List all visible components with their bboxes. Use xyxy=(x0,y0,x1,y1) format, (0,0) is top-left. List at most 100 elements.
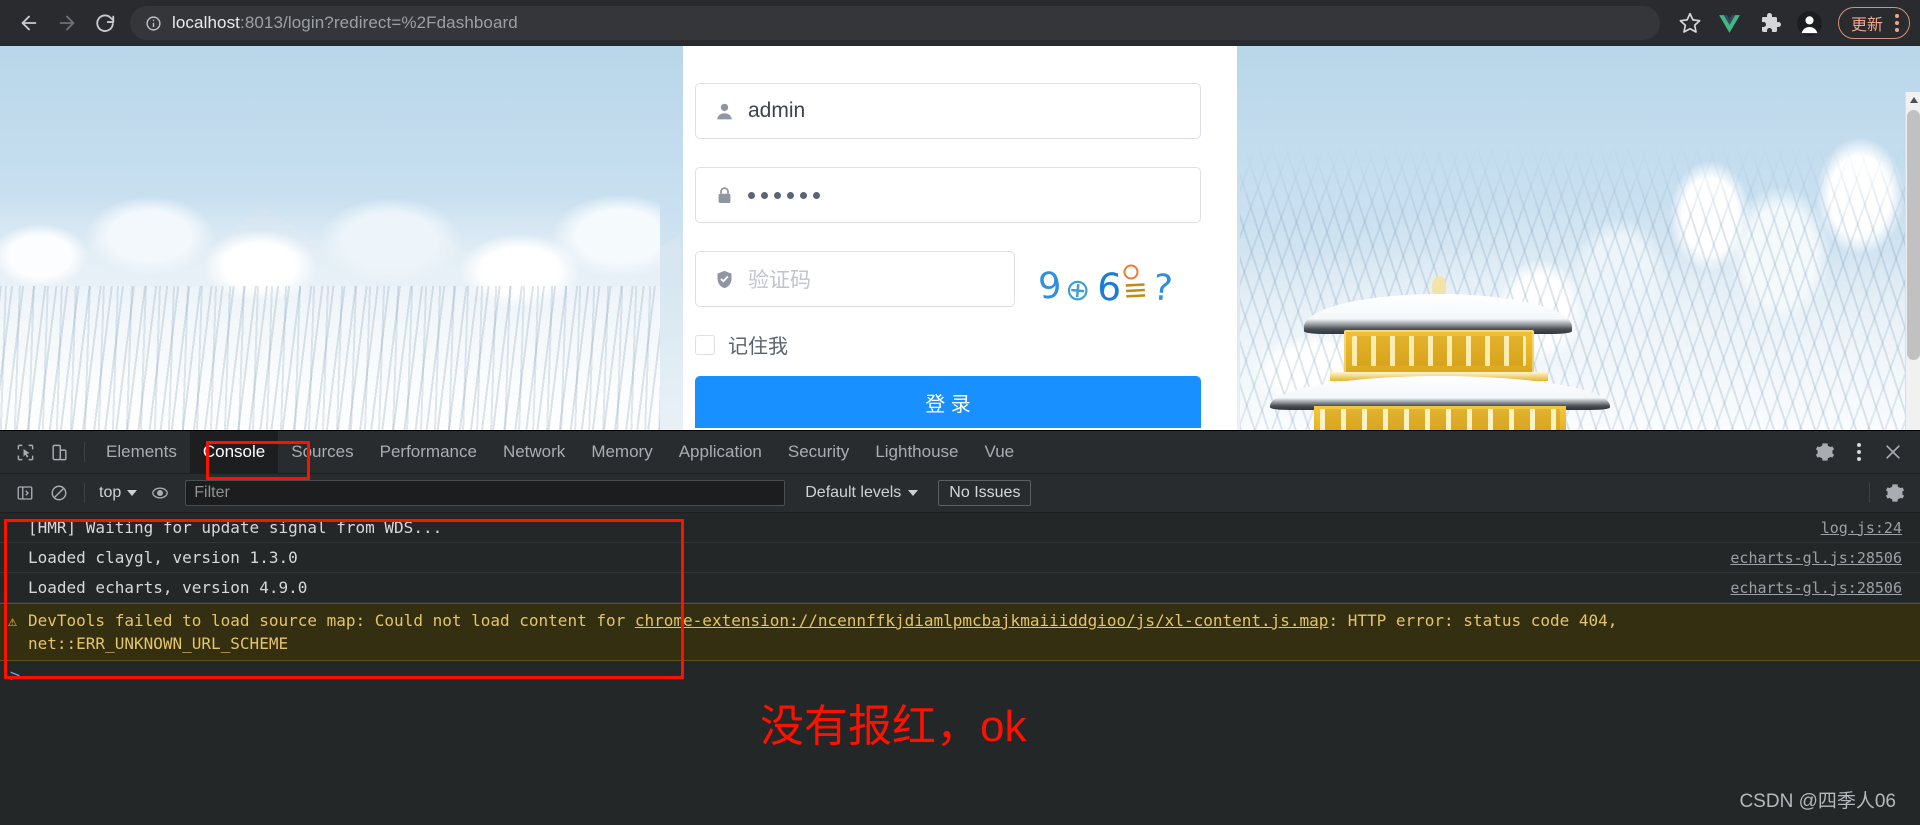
live-expression-eye-icon[interactable] xyxy=(143,476,177,510)
console-log-text: Loaded claygl, version 1.3.0 xyxy=(28,548,298,567)
filterbar-divider-1 xyxy=(84,483,85,503)
console-log-source-link[interactable]: echarts-gl.js:28506 xyxy=(1730,549,1902,567)
console-log-source-link[interactable]: log.js:24 xyxy=(1821,519,1902,537)
console-warning-link[interactable]: chrome-extension://ncennffkjdiamlpmcbajk… xyxy=(635,611,1329,630)
tab-security[interactable]: Security xyxy=(775,431,862,474)
warning-triangle-icon: ⚠ xyxy=(8,612,18,630)
filterbar-divider-2 xyxy=(1869,483,1870,503)
scrollbar-thumb[interactable] xyxy=(1907,110,1920,360)
chevron-down-icon-levels xyxy=(908,490,919,496)
svg-text:9: 9 xyxy=(1037,265,1064,308)
log-levels-select[interactable]: Default levels xyxy=(799,484,924,502)
more-options-icon[interactable] xyxy=(1842,435,1876,469)
pavilion-upper-roof xyxy=(1304,294,1572,334)
tab-lighthouse[interactable]: Lighthouse xyxy=(862,431,971,474)
browser-toolbar: localhost:8013/login?redirect=%2Fdashboa… xyxy=(0,0,1920,46)
clear-console-icon[interactable] xyxy=(42,476,76,510)
background-golden-pavilion xyxy=(1260,276,1620,430)
page-scrollbar[interactable] xyxy=(1905,92,1920,430)
pavilion-spire xyxy=(1432,276,1446,296)
tab-memory-label: Memory xyxy=(591,442,653,461)
console-warning-line2: net::ERR_UNKNOWN_URL_SCHEME xyxy=(28,634,289,654)
console-settings-gear-icon[interactable] xyxy=(1878,476,1912,510)
execution-context-select[interactable]: top xyxy=(93,484,143,502)
devtools-panel: Elements Console Sources Performance Net… xyxy=(0,430,1920,825)
tab-network[interactable]: Network xyxy=(490,431,578,474)
username-value: admin xyxy=(748,99,806,122)
remember-me-label: 记住我 xyxy=(728,336,788,358)
vue-devtools-icon[interactable] xyxy=(1712,5,1748,41)
console-warning-row[interactable]: ⚠ DevTools failed to load source map: Co… xyxy=(0,603,1920,662)
update-button[interactable]: 更新 xyxy=(1837,7,1910,39)
console-warning-suffix: : HTTP error: status code 404, xyxy=(1328,611,1618,630)
scroll-up-icon[interactable] xyxy=(1906,92,1920,108)
reload-icon[interactable] xyxy=(86,4,124,42)
tab-application[interactable]: Application xyxy=(666,431,775,474)
tabbar-divider xyxy=(84,442,85,462)
svg-text:⊕: ⊕ xyxy=(1064,272,1092,309)
address-bar[interactable]: localhost:8013/login?redirect=%2Fdashboa… xyxy=(130,6,1660,40)
issues-button-label: No Issues xyxy=(949,484,1021,501)
console-log-row[interactable]: Loaded echarts, version 4.9.0 echarts-gl… xyxy=(0,573,1920,603)
captcha-image[interactable]: 9 ⊕ 6 ≡ ? xyxy=(1035,258,1185,314)
forward-icon[interactable] xyxy=(48,4,86,42)
execution-context-value: top xyxy=(99,484,122,501)
tab-console[interactable]: Console xyxy=(189,430,279,474)
captcha-field[interactable]: 验证码 xyxy=(695,251,1015,307)
login-submit-label: 登 录 xyxy=(925,393,971,416)
log-levels-value: Default levels xyxy=(805,484,902,501)
svg-text:≡: ≡ xyxy=(1122,272,1149,308)
username-field[interactable]: admin xyxy=(695,83,1201,139)
chrome-menu-icon[interactable] xyxy=(1889,14,1905,32)
console-log-row[interactable]: [HMR] Waiting for update signal from WDS… xyxy=(0,513,1920,543)
tab-elements-label: Elements xyxy=(106,442,177,461)
page-viewport: admin 验证码 记住我 登 录 9 ⊕ 6 ≡ ? xyxy=(0,46,1920,430)
tab-network-label: Network xyxy=(502,442,566,461)
remember-me-row[interactable]: 记住我 xyxy=(695,330,788,359)
tab-sources[interactable]: Sources xyxy=(278,431,366,474)
bookmark-star-icon[interactable] xyxy=(1672,5,1708,41)
tab-console-label: Console xyxy=(202,442,266,461)
url-path: :8013/login?redirect=%2Fdashboard xyxy=(240,13,518,32)
console-filter-input[interactable]: Filter xyxy=(185,480,786,506)
svg-text:?: ? xyxy=(1151,267,1174,310)
tab-sources-label: Sources xyxy=(291,442,354,461)
shield-check-icon xyxy=(712,269,736,290)
remember-me-checkbox[interactable] xyxy=(695,334,715,355)
devtools-tabbar-actions xyxy=(1808,435,1920,469)
pavilion-upper-floor xyxy=(1344,330,1534,378)
lock-icon xyxy=(712,185,736,206)
console-sidebar-toggle-icon[interactable] xyxy=(8,476,42,510)
chevron-down-icon xyxy=(127,490,138,496)
login-submit-button[interactable]: 登 录 xyxy=(695,376,1201,428)
console-log-row[interactable]: Loaded claygl, version 1.3.0 echarts-gl.… xyxy=(0,543,1920,573)
inspect-element-icon[interactable] xyxy=(8,435,42,469)
console-filter-placeholder: Filter xyxy=(194,484,230,501)
console-prompt[interactable]: > xyxy=(0,661,1920,691)
gear-icon[interactable] xyxy=(1808,435,1842,469)
user-icon xyxy=(712,101,736,122)
devtools-tabbar: Elements Console Sources Performance Net… xyxy=(0,430,1920,474)
login-card: admin 验证码 记住我 登 录 xyxy=(683,46,1237,430)
captcha-glyphs: 9 ⊕ 6 ≡ ? xyxy=(1037,264,1175,310)
tab-performance[interactable]: Performance xyxy=(367,431,490,474)
svg-text:6: 6 xyxy=(1096,264,1123,310)
tab-lighthouse-label: Lighthouse xyxy=(875,442,959,461)
extensions-puzzle-icon[interactable] xyxy=(1752,5,1788,41)
tab-elements[interactable]: Elements xyxy=(93,431,190,474)
console-log-text: [HMR] Waiting for update signal from WDS… xyxy=(28,518,443,537)
toggle-device-toolbar-icon[interactable] xyxy=(42,435,76,469)
site-info-icon[interactable] xyxy=(144,14,162,32)
tab-security-label: Security xyxy=(787,442,850,461)
console-message-list[interactable]: [HMR] Waiting for update signal from WDS… xyxy=(0,513,1920,825)
tab-memory[interactable]: Memory xyxy=(578,431,665,474)
profile-avatar-icon[interactable] xyxy=(1792,5,1828,41)
console-log-source-link[interactable]: echarts-gl.js:28506 xyxy=(1730,579,1902,597)
password-field[interactable] xyxy=(695,167,1201,223)
tab-application-label: Application xyxy=(678,442,762,461)
close-devtools-icon[interactable] xyxy=(1876,435,1910,469)
console-warning-prefix: DevTools failed to load source map: Coul… xyxy=(28,611,635,630)
back-icon[interactable] xyxy=(10,4,48,42)
issues-button[interactable]: No Issues xyxy=(938,480,1032,506)
tab-vue[interactable]: Vue xyxy=(972,431,1028,474)
